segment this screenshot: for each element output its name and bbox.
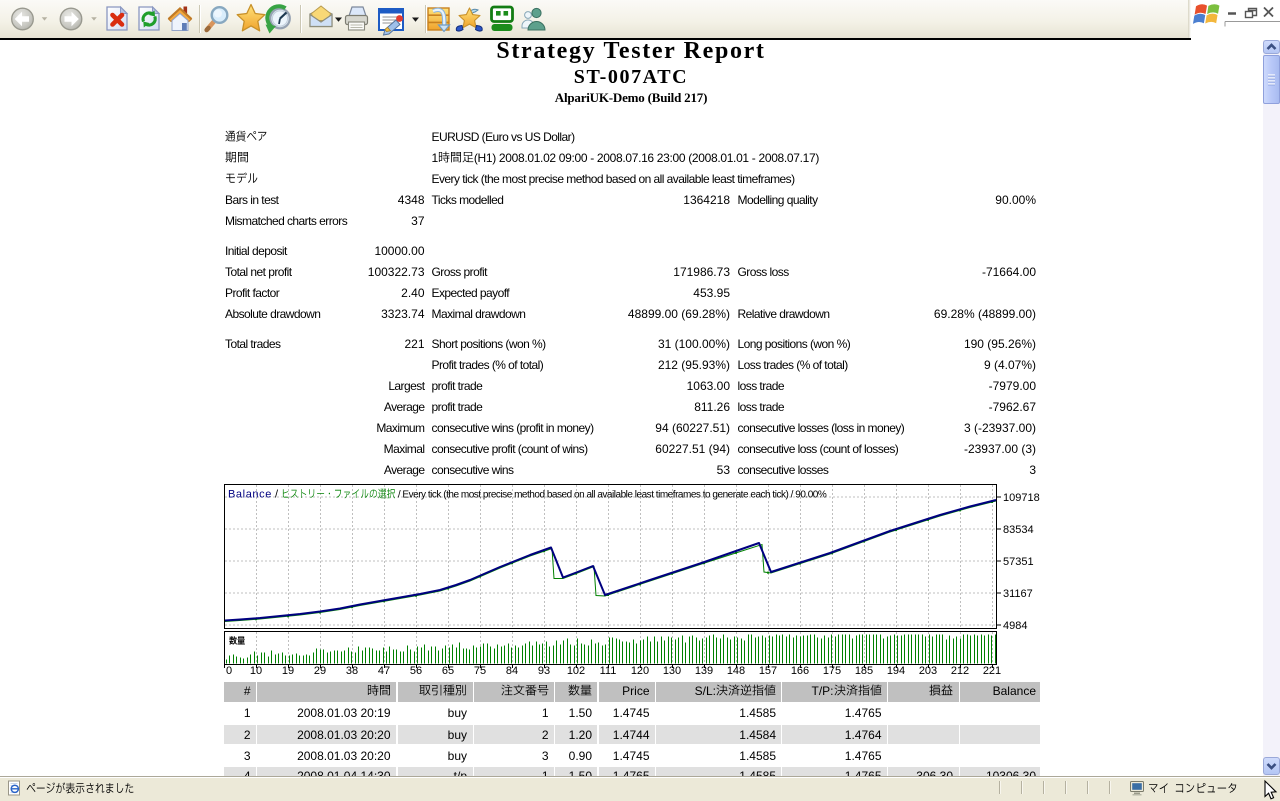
- svg-text:4984: 4984: [1003, 620, 1027, 632]
- svg-text:185: 185: [855, 665, 873, 677]
- svg-text:130: 130: [663, 665, 681, 677]
- svg-text:83534: 83534: [1003, 524, 1034, 536]
- svg-text:109718: 109718: [1003, 492, 1040, 504]
- svg-text:10: 10: [250, 665, 262, 677]
- svg-text:75: 75: [474, 665, 486, 677]
- svg-text:139: 139: [695, 665, 713, 677]
- svg-text:203: 203: [919, 665, 937, 677]
- svg-text:57351: 57351: [1003, 556, 1034, 568]
- svg-text:166: 166: [791, 665, 809, 677]
- svg-text:0: 0: [226, 665, 232, 677]
- svg-text:65: 65: [442, 665, 454, 677]
- svg-text:111: 111: [600, 665, 617, 677]
- svg-text:38: 38: [346, 665, 358, 677]
- svg-text:194: 194: [887, 665, 905, 677]
- svg-text:93: 93: [538, 665, 550, 677]
- svg-text:157: 157: [759, 665, 777, 677]
- svg-text:175: 175: [823, 665, 841, 677]
- svg-text:19: 19: [282, 665, 294, 677]
- svg-text:148: 148: [727, 665, 745, 677]
- svg-text:29: 29: [314, 665, 326, 677]
- svg-text:212: 212: [951, 665, 969, 677]
- svg-text:84: 84: [506, 665, 518, 677]
- svg-text:102: 102: [567, 665, 585, 677]
- svg-text:47: 47: [378, 665, 390, 677]
- svg-text:31167: 31167: [1003, 588, 1033, 600]
- svg-text:56: 56: [410, 665, 422, 677]
- svg-text:120: 120: [631, 665, 649, 677]
- svg-text:221: 221: [983, 665, 1001, 677]
